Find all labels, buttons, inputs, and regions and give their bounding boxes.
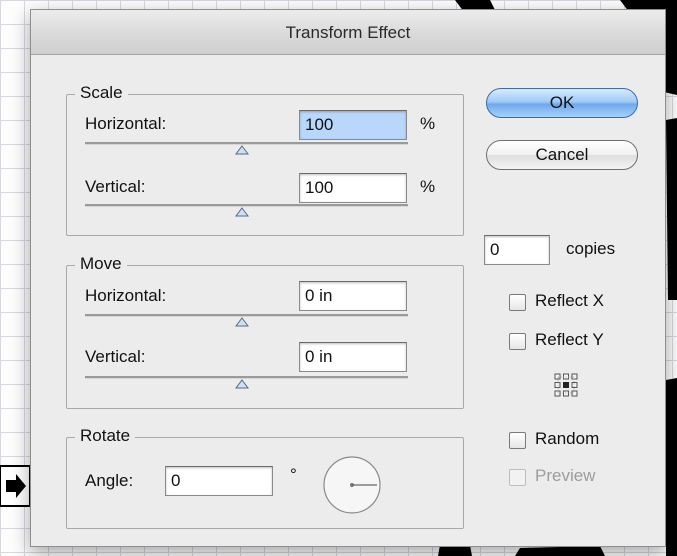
move-vertical-label: Vertical: — [85, 347, 146, 366]
cancel-button[interactable]: Cancel — [486, 140, 638, 170]
scale-group-title: Scale — [75, 83, 128, 103]
ok-button[interactable]: OK — [486, 88, 638, 118]
scale-vertical-slider-thumb-icon[interactable] — [235, 207, 249, 217]
move-group-title: Move — [75, 254, 127, 274]
rotate-angle-input[interactable]: 0 — [165, 466, 273, 496]
rotate-group-title: Rotate — [75, 426, 136, 446]
rotate-angle-label: Angle: — [85, 471, 134, 490]
move-vertical-slider-thumb-icon[interactable] — [235, 379, 249, 389]
scale-horizontal-unit: % — [420, 114, 436, 133]
preview-checkbox[interactable] — [509, 469, 526, 486]
angle-dial-icon[interactable] — [321, 454, 383, 516]
scale-horizontal-slider-thumb-icon[interactable] — [235, 145, 249, 155]
rotate-degree-symbol: ° — [290, 465, 297, 484]
random-checkbox[interactable] — [509, 432, 526, 449]
reflect-x-checkbox[interactable] — [509, 294, 526, 311]
copies-input[interactable]: 0 — [484, 235, 550, 265]
move-horizontal-slider-thumb-icon[interactable] — [235, 317, 249, 327]
move-vertical-input[interactable]: 0 in — [299, 342, 407, 372]
dialog-title: Transform Effect — [31, 10, 665, 55]
reflect-x-label[interactable]: Reflect X — [535, 291, 604, 311]
copies-label: copies — [566, 239, 616, 258]
transform-effect-dialog: Transform Effect Scale Horizontal: 100 %… — [30, 9, 666, 547]
move-horizontal-label: Horizontal: — [85, 286, 167, 305]
reference-point-locator-icon[interactable] — [553, 372, 579, 398]
preview-label[interactable]: Preview — [535, 466, 595, 486]
scale-vertical-input[interactable]: 100 — [299, 173, 407, 203]
reflect-y-checkbox[interactable] — [509, 333, 526, 350]
scale-vertical-unit: % — [420, 177, 436, 196]
move-horizontal-input[interactable]: 0 in — [299, 281, 407, 311]
scale-vertical-label: Vertical: — [85, 177, 146, 196]
reflect-y-label[interactable]: Reflect Y — [535, 330, 604, 350]
random-label[interactable]: Random — [535, 429, 599, 449]
scale-horizontal-input[interactable]: 100 — [299, 110, 407, 140]
scale-horizontal-label: Horizontal: — [85, 114, 167, 133]
